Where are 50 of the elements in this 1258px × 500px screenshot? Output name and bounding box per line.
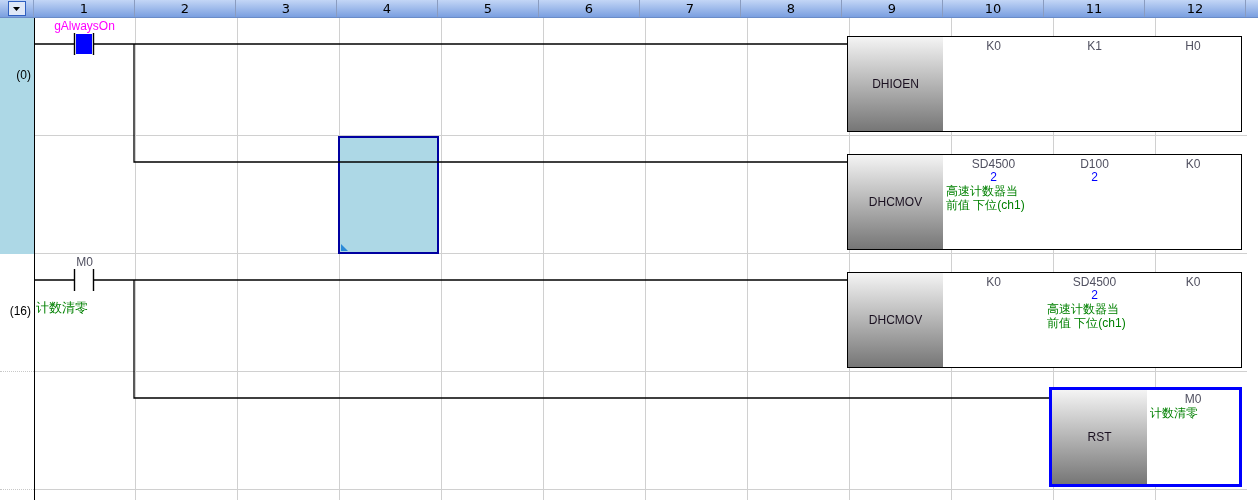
- column-header: 4: [337, 0, 438, 17]
- column-header: 6: [539, 0, 640, 17]
- column-header: 7: [640, 0, 741, 17]
- contact-icon[interactable]: [73, 33, 95, 55]
- column-header: 11: [1044, 0, 1145, 17]
- column-header: 10: [943, 0, 1044, 17]
- operand-device: K0: [1185, 275, 1201, 289]
- operand-device: SD4500: [1072, 275, 1117, 289]
- wire: [34, 43, 75, 45]
- wire: [34, 279, 75, 281]
- operand-device: M0: [1184, 392, 1202, 406]
- dropdown-button[interactable]: [7, 1, 26, 16]
- operand-device: SD4500: [971, 157, 1016, 171]
- operand-device: K0: [986, 275, 1001, 289]
- device-comment: 高速计数器当前值 下位(ch1): [946, 184, 1026, 212]
- contact-label: M0: [75, 255, 94, 269]
- contact-label: gAlwaysOn: [53, 19, 116, 33]
- instruction-block[interactable]: RST M0 计数清零: [1049, 387, 1242, 487]
- caret-icon: [13, 6, 20, 11]
- column-header: 5: [438, 0, 539, 17]
- column-header: 9: [842, 0, 943, 17]
- instruction-name: DHCMOV: [848, 155, 943, 249]
- operand-device: H0: [1185, 39, 1201, 53]
- operand-device: D100: [1080, 157, 1109, 171]
- contact-icon[interactable]: [73, 269, 95, 291]
- row-header[interactable]: (0): [0, 18, 34, 136]
- instruction-block[interactable]: DHIOEN K0 K1 H0: [847, 36, 1242, 132]
- column-header: 8: [741, 0, 842, 17]
- cursor-cell[interactable]: [338, 136, 439, 254]
- step-number: (0): [16, 68, 31, 82]
- device-comment: 高速计数器当前值 下位(ch1): [1047, 302, 1127, 330]
- column-header: 1: [34, 0, 135, 17]
- operand-device: K1: [1087, 39, 1102, 53]
- column-header: 2: [135, 0, 236, 17]
- instruction-block[interactable]: DHCMOV SD4500 2 高速计数器当前值 下位(ch1) D100 2 K0: [847, 154, 1242, 250]
- operand-device: K0: [986, 39, 1001, 53]
- instruction-name: DHCMOV: [848, 273, 943, 367]
- instruction-block[interactable]: DHCMOV K0 SD4500 2 高速计数器当前值 下位(ch1) K0: [847, 272, 1242, 368]
- column-header: 3: [236, 0, 337, 17]
- operand-value: 2: [1091, 289, 1098, 302]
- corner-marker-icon: [341, 244, 348, 251]
- column-header: 12: [1145, 0, 1246, 17]
- device-comment: 计数清零: [1150, 406, 1198, 420]
- operand-device: K0: [1185, 157, 1201, 171]
- instruction-name: RST: [1052, 390, 1147, 484]
- step-number: (16): [9, 304, 31, 318]
- device-comment: 计数清零: [36, 300, 88, 316]
- operand-value: 2: [1091, 171, 1098, 184]
- operand-value: 2: [990, 171, 997, 184]
- instruction-name: DHIOEN: [848, 37, 943, 131]
